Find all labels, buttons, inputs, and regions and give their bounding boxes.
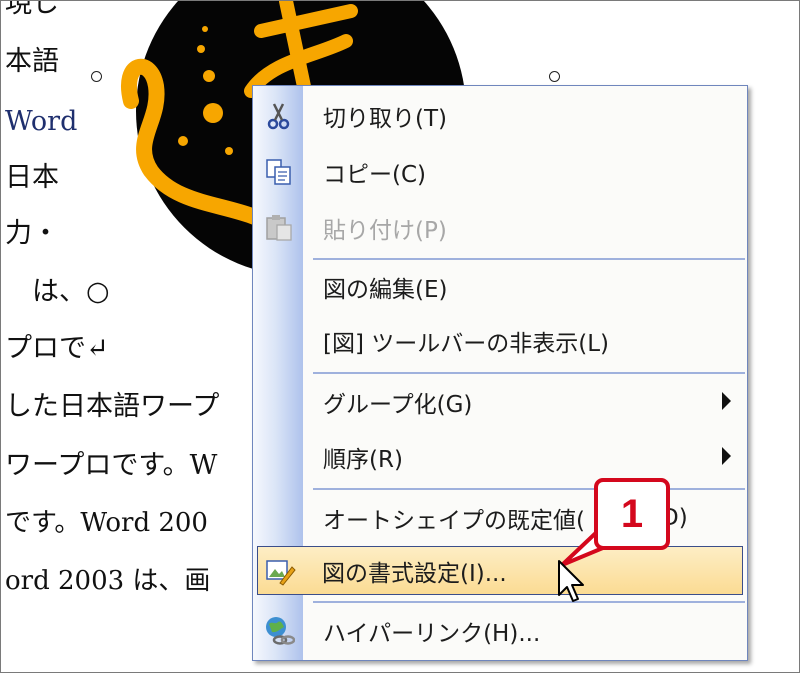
doc-line: 現し [5,0,59,19]
submenu-arrow-icon [722,392,731,410]
doc-line: 日本 [5,162,59,193]
doc-line: ord 2003 は、画 [5,566,211,596]
menu-item-order[interactable]: 順序(R) [255,431,745,483]
menu-item-label: ハイパーリンク(H)... [323,621,541,647]
format-picture-icon [258,545,302,597]
menu-item-label: グループ化(G) [323,392,473,418]
callout-number: 1 [620,491,644,536]
menu-item-label: コピー(C) [323,162,427,188]
document-window: 現し 本語 Word 日本 力・ は、○ プロで↵ した日本語ワープ ワープロで… [0,0,800,673]
menu-item-label: 切り取り(T) [323,106,447,132]
menu-item-label: 順序(R) [323,447,403,473]
menu-separator [313,258,745,260]
doc-line: Word [5,106,78,137]
menu-item-copy[interactable]: コピー(C) [255,146,745,198]
menu-item-hide-picture-toolbar[interactable]: [図] ツールバーの非表示(L) [255,315,745,367]
menu-item-label: オートシェイプの既定値( [323,508,585,534]
step-callout: 1 [594,478,670,550]
menu-item-label: 図の編集(E) [323,277,448,303]
doc-line: 本語 [5,46,59,77]
menu-separator [313,488,745,490]
menu-item-label: [図] ツールバーの非表示(L) [323,331,610,357]
doc-line: です。Word 200 [5,508,208,538]
menu-item-autoshape-defaults[interactable]: オートシェイプの既定値( D) [255,492,745,544]
menu-item-grouping[interactable]: グループ化(G) [255,376,745,428]
mouse-pointer-icon [558,560,584,602]
menu-item-edit-picture[interactable]: 図の編集(E) [255,261,745,313]
hyperlink-globe-icon [255,605,303,657]
selection-handle-top-left[interactable] [91,71,102,82]
menu-item-label: 貼り付け(P) [323,218,447,244]
menu-item-label: 図の書式設定(I)... [322,560,507,587]
submenu-arrow-icon [722,447,731,465]
doc-line: した日本語ワープ [5,391,220,422]
menu-item-paste: 貼り付け(P) [255,202,745,254]
menu-separator [313,372,745,374]
context-menu: 切り取り(T) コピー(C) 貼り付け(P) 図の編集(E) [図] ツールバー… [252,85,748,661]
paste-icon [255,202,303,254]
menu-item-cut[interactable]: 切り取り(T) [255,90,745,142]
menu-item-hyperlink[interactable]: ハイパーリンク(H)... [255,605,745,657]
copy-icon [255,146,303,198]
doc-line: 力・ [5,218,59,249]
doc-line: は、○ [5,276,110,307]
selection-handle-top-right[interactable] [549,71,560,82]
menu-item-format-picture[interactable]: 図の書式設定(I)... [257,546,743,595]
doc-line: プロで↵ [5,333,109,364]
scissors-icon [255,90,303,142]
doc-line: ワープロです。W [5,450,218,481]
menu-separator [313,601,745,603]
